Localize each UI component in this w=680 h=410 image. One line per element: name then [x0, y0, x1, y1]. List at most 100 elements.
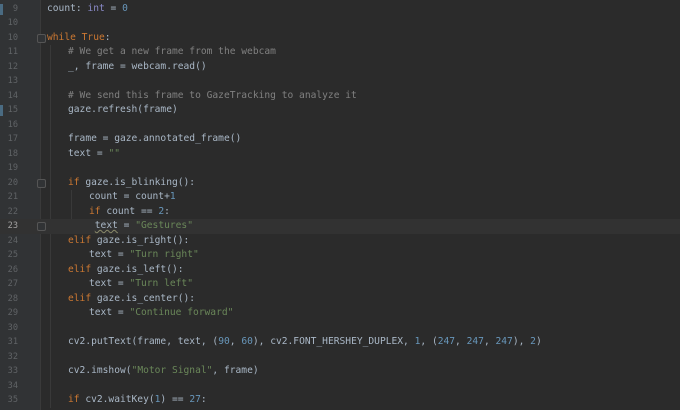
code-text[interactable]: text = "Turn right"	[89, 248, 199, 263]
code-text[interactable]: text = ""	[68, 147, 120, 162]
code-line[interactable]: 29 text = "Continue forward"	[0, 306, 680, 321]
code-text[interactable]: _, frame = webcam.read()	[68, 60, 207, 75]
code-line[interactable]: 35 if cv2.waitKey(1) == 27:	[0, 393, 680, 408]
code-text[interactable]: while True:	[47, 31, 111, 46]
code-text[interactable]: # We send this frame to GazeTracking to …	[68, 89, 357, 104]
code-line[interactable]: 11 # We get a new frame from the webcam	[0, 45, 680, 60]
line-number: 11	[7, 47, 18, 57]
code-token: gaze.is_right():	[96, 234, 190, 246]
code-token: text =	[89, 278, 130, 289]
code-line[interactable]: 16	[0, 118, 680, 133]
code-text[interactable]: count: int = 0	[47, 2, 128, 17]
code-text[interactable]: gaze.refresh(frame)	[68, 103, 178, 118]
code-line[interactable]: 20 if gaze.is_blinking():	[0, 176, 680, 191]
code-text[interactable]: elif gaze.is_left():	[68, 263, 184, 278]
fold-icon[interactable]	[37, 33, 46, 43]
code-token: text =	[89, 307, 130, 318]
code-text[interactable]: if gaze.is_blinking():	[68, 176, 195, 191]
code-token: "Continue forward"	[129, 307, 234, 318]
code-token: True	[81, 31, 105, 43]
code-line[interactable]: 34	[0, 379, 680, 394]
code-text[interactable]: text = "Turn left"	[89, 277, 193, 292]
line-number: 25	[7, 250, 18, 260]
code-line[interactable]: 25 text = "Turn right"	[0, 248, 680, 263]
code-line[interactable]: 19	[0, 161, 680, 176]
code-line[interactable]: 10 while True:	[0, 31, 680, 46]
code-token: 247	[495, 336, 513, 347]
code-line[interactable]: 33 cv2.imshow("Motor Signal", frame)	[0, 364, 680, 379]
code-text[interactable]: text = "Gestures"	[89, 219, 193, 234]
line-number: 23	[7, 221, 18, 231]
code-text[interactable]: elif gaze.is_right():	[68, 234, 189, 249]
line-number: 31	[7, 337, 18, 347]
code-line[interactable]: 22 if count == 2:	[0, 205, 680, 220]
line-number: 33	[7, 366, 18, 376]
code-line[interactable]: 31 cv2.putText(frame, text, (90, 60), cv2…	[0, 335, 680, 350]
code-token: :	[164, 205, 170, 217]
code-token: 247	[437, 336, 456, 347]
fold-icon[interactable]	[37, 178, 46, 188]
code-token: ),	[512, 336, 531, 347]
code-token: 90	[218, 336, 230, 347]
code-line[interactable]: 15 gaze.refresh(frame)	[0, 103, 680, 118]
code-token: 27	[189, 394, 201, 405]
code-line[interactable]: 14 # We send this frame to GazeTracking t…	[0, 89, 680, 104]
code-token: int	[87, 2, 105, 14]
code-token: ), cv2.FONT_HERSHEY_DUPLEX,	[252, 336, 415, 347]
line-number: 16	[7, 119, 18, 130]
code-line[interactable]: 17 frame = gaze.annotated_frame()	[0, 132, 680, 147]
line-number: 20	[7, 177, 18, 188]
code-text[interactable]: cv2.putText(frame, text, (90, 60), cv2.F…	[68, 335, 542, 350]
current-code-line[interactable]: 23 text = "Gestures"	[0, 219, 680, 234]
code-line[interactable]: 28 elif gaze.is_center():	[0, 292, 680, 307]
code-line[interactable]: 32	[0, 350, 680, 365]
line-number: 17	[7, 134, 18, 144]
code-line[interactable]: 10	[0, 16, 680, 31]
code-line[interactable]: 18 text = ""	[0, 147, 680, 162]
code-token: if	[68, 176, 86, 188]
line-number: 12	[7, 61, 18, 72]
code-token: gaze.is_blinking():	[85, 176, 196, 188]
code-token: "Turn right"	[129, 249, 199, 260]
code-token: if	[89, 205, 107, 217]
code-text[interactable]: count = count+1	[89, 190, 176, 205]
line-number: 27	[7, 279, 18, 289]
code-text[interactable]: text = "Continue forward"	[89, 306, 233, 321]
code-token: ""	[108, 147, 120, 159]
code-token: count ==	[106, 205, 159, 217]
line-number: 29	[7, 308, 18, 318]
line-number: 26	[7, 264, 18, 275]
code-line[interactable]: 24 elif gaze.is_right():	[0, 234, 680, 249]
code-token: 1	[169, 191, 176, 202]
line-number: 21	[7, 192, 18, 202]
line-number: 14	[7, 90, 18, 101]
code-token: =	[117, 220, 136, 231]
code-token: text	[94, 220, 118, 231]
code-line[interactable]: 13	[0, 74, 680, 89]
code-text[interactable]: # We get a new frame from the webcam	[68, 45, 276, 60]
code-token: cv2.imshow(	[68, 365, 132, 376]
code-text[interactable]: if cv2.waitKey(1) == 27:	[68, 393, 207, 408]
change-marker	[0, 105, 3, 116]
code-line[interactable]: 12 _, frame = webcam.read()	[0, 60, 680, 75]
code-text[interactable]: frame = gaze.annotated_frame()	[68, 132, 241, 147]
fold-icon[interactable]	[37, 222, 46, 231]
code-token: "Gestures"	[135, 220, 193, 231]
line-number: 34	[7, 380, 18, 391]
code-token: ,	[455, 336, 467, 347]
code-token: count = count+	[89, 191, 170, 202]
code-line[interactable]: 21 count = count+1	[0, 190, 680, 205]
code-editor[interactable]: 9 count: int = 0 10 10 while True: 11 # We get…	[0, 0, 680, 410]
code-line[interactable]: 27 text = "Turn left"	[0, 277, 680, 292]
code-token: =	[104, 2, 123, 14]
code-text[interactable]: cv2.imshow("Motor Signal", frame)	[68, 364, 259, 379]
code-text[interactable]: if count == 2:	[89, 205, 170, 220]
code-line[interactable]: 26 elif gaze.is_left():	[0, 263, 680, 278]
code-text[interactable]: elif gaze.is_center():	[68, 292, 195, 307]
code-line[interactable]: 30	[0, 321, 680, 336]
code-token: :	[104, 31, 111, 43]
code-line[interactable]: 9 count: int = 0	[0, 2, 680, 17]
code-token: _, frame = webcam.read()	[68, 60, 207, 72]
line-number: 22	[7, 206, 18, 217]
code-area[interactable]: 9 count: int = 0 10 10 while True: 11 # We get…	[0, 0, 680, 410]
